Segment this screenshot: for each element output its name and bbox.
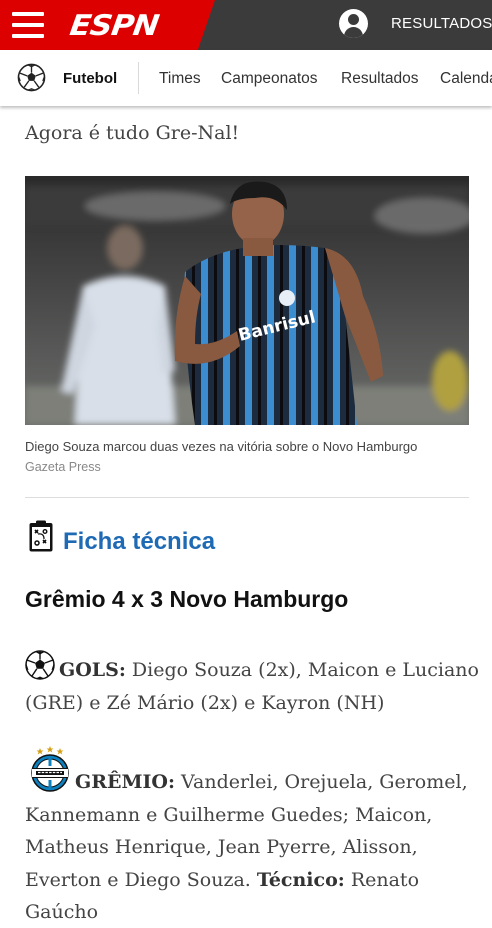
photo-credit: Gazeta Press — [25, 460, 101, 474]
photo-caption: Diego Souza marcou duas vezes na vitória… — [25, 439, 418, 454]
soccer-ball-icon — [17, 63, 46, 92]
gremio-lineup-paragraph: GRÊMIO: Vanderlei, Orejuela, Geromel, Ka… — [25, 766, 480, 928]
subnav-sport-title[interactable]: Futebol — [63, 70, 117, 87]
subnav-item-calendario[interactable]: Calendário — [440, 70, 492, 88]
match-score: Grêmio 4 x 3 Novo Hamburgo — [25, 586, 349, 612]
article-photo[interactable]: Banrisul — [25, 176, 469, 425]
subnav-item-times[interactable]: Times — [159, 70, 201, 88]
tactics-clipboard-icon — [29, 520, 53, 552]
sport-subnav: Futebol Times Campeonatos Resultados Cal… — [0, 50, 492, 106]
subnav-item-resultados[interactable]: Resultados — [341, 70, 419, 88]
coach-label: Técnico: — [256, 868, 345, 891]
subnav-divider — [138, 62, 139, 94]
results-link[interactable]: RESULTADOS — [391, 15, 492, 32]
goals-label: GOLS: — [59, 659, 126, 681]
menu-icon[interactable] — [12, 12, 44, 38]
soccer-ball-icon — [25, 650, 55, 680]
subnav-item-campeonatos[interactable]: Campeonatos — [221, 70, 318, 88]
goals-paragraph: GOLS: Diego Souza (2x), Maicon e Luciano… — [25, 650, 480, 719]
top-header: ESPN RESULTADOS — [0, 0, 492, 50]
user-account-icon[interactable] — [339, 9, 368, 38]
section-divider — [25, 497, 469, 498]
article-lead: Agora é tudo Gre-Nal! — [25, 122, 240, 144]
espn-logo[interactable]: ESPN — [68, 9, 161, 42]
ficha-tecnica-heading: Ficha técnica — [63, 528, 216, 555]
gremio-label: GRÊMIO: — [75, 771, 175, 793]
